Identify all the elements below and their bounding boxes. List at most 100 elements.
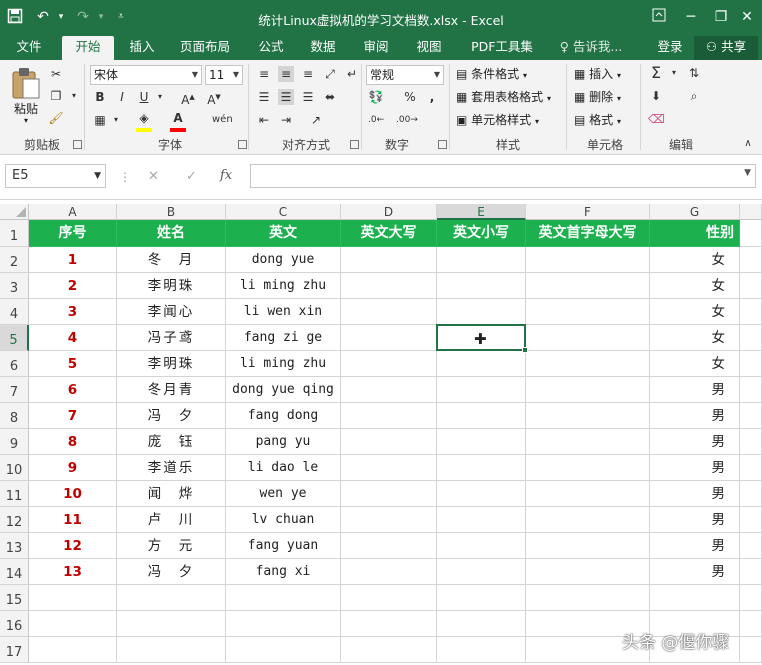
- header-cell[interactable]: 英文: [226, 220, 341, 247]
- number-cell[interactable]: 1: [29, 247, 117, 273]
- row-header-5[interactable]: 5: [0, 325, 29, 351]
- cell[interactable]: [226, 611, 341, 637]
- active-cell-border[interactable]: ✚: [436, 324, 528, 353]
- increase-font-icon[interactable]: A▲: [180, 89, 196, 107]
- uppercase-cell[interactable]: [341, 507, 437, 533]
- decrease-indent-icon[interactable]: ⇤: [256, 112, 272, 128]
- cell[interactable]: [740, 533, 762, 559]
- row-header-17[interactable]: 17: [0, 637, 29, 663]
- lowercase-cell[interactable]: [437, 559, 526, 585]
- underline-button[interactable]: U: [136, 89, 152, 105]
- cell-styles-button[interactable]: ▣ 单元格样式 ▾: [456, 111, 539, 131]
- name-box[interactable]: E5 ▼: [5, 164, 106, 188]
- header-cell[interactable]: 英文首字母大写: [526, 220, 650, 247]
- english-cell[interactable]: dong yue qing: [226, 377, 341, 403]
- cell[interactable]: [117, 637, 226, 663]
- paste-button[interactable]: 粘贴 ▾: [8, 64, 44, 125]
- font-launcher-icon[interactable]: [238, 140, 247, 149]
- header-cell[interactable]: 英文小写: [437, 220, 526, 247]
- capitalized-cell[interactable]: [526, 351, 650, 377]
- column-header-f[interactable]: F: [526, 204, 650, 220]
- comma-button[interactable]: ,: [424, 89, 440, 105]
- uppercase-cell[interactable]: [341, 559, 437, 585]
- align-center-icon[interactable]: ☰: [278, 89, 294, 105]
- column-header-g[interactable]: G: [650, 204, 740, 220]
- rotate-text-icon[interactable]: ↗: [308, 112, 324, 128]
- english-cell[interactable]: pang yu: [226, 429, 341, 455]
- capitalized-cell[interactable]: [526, 429, 650, 455]
- name-cell[interactable]: 李道乐: [117, 455, 226, 481]
- header-cell[interactable]: 姓名: [117, 220, 226, 247]
- english-cell[interactable]: fang zi ge: [226, 325, 341, 351]
- gender-cell[interactable]: 男: [650, 507, 740, 533]
- row-header-16[interactable]: 16: [0, 611, 29, 637]
- name-cell[interactable]: 闻 烨: [117, 481, 226, 507]
- capitalized-cell[interactable]: [526, 533, 650, 559]
- number-cell[interactable]: 9: [29, 455, 117, 481]
- lowercase-cell[interactable]: [437, 377, 526, 403]
- number-cell[interactable]: 7: [29, 403, 117, 429]
- name-cell[interactable]: 李闻心: [117, 299, 226, 325]
- share-button[interactable]: ⚇ 共享: [694, 36, 758, 60]
- cut-icon[interactable]: ✂: [48, 66, 64, 82]
- tab-data[interactable]: 数据: [302, 36, 344, 60]
- decrease-decimal-icon[interactable]: .00→: [396, 112, 418, 128]
- name-cell[interactable]: 冯子鸢: [117, 325, 226, 351]
- cell[interactable]: [740, 585, 762, 611]
- cell[interactable]: [341, 611, 437, 637]
- english-cell[interactable]: dong yue: [226, 247, 341, 273]
- cell[interactable]: [437, 611, 526, 637]
- more-options-icon[interactable]: ⋮: [119, 170, 131, 184]
- cell[interactable]: [740, 507, 762, 533]
- number-cell[interactable]: 3: [29, 299, 117, 325]
- column-header-b[interactable]: B: [117, 204, 226, 220]
- name-cell[interactable]: 庞 钰: [117, 429, 226, 455]
- lowercase-cell[interactable]: [437, 533, 526, 559]
- cell[interactable]: [740, 559, 762, 585]
- capitalized-cell[interactable]: [526, 325, 650, 351]
- lowercase-cell[interactable]: [437, 429, 526, 455]
- row-header-8[interactable]: 8: [0, 403, 29, 429]
- cell[interactable]: [740, 351, 762, 377]
- align-middle-icon[interactable]: ≡: [278, 66, 294, 82]
- gender-cell[interactable]: 男: [650, 481, 740, 507]
- row-header-4[interactable]: 4: [0, 299, 29, 325]
- paste-dropdown-icon[interactable]: ▾: [8, 116, 44, 125]
- english-cell[interactable]: li wen xin: [226, 299, 341, 325]
- row-header-2[interactable]: 2: [0, 247, 29, 273]
- row-header-13[interactable]: 13: [0, 533, 29, 559]
- cell[interactable]: [740, 637, 762, 663]
- name-cell[interactable]: 冬月青: [117, 377, 226, 403]
- find-select-icon[interactable]: ⌕: [686, 88, 702, 104]
- cell[interactable]: [740, 429, 762, 455]
- number-cell[interactable]: 11: [29, 507, 117, 533]
- english-cell[interactable]: fang xi: [226, 559, 341, 585]
- cancel-button[interactable]: ✕: [148, 169, 159, 184]
- maximize-icon[interactable]: ❐: [712, 8, 730, 26]
- font-color-icon[interactable]: A: [170, 110, 186, 126]
- capitalized-cell[interactable]: [526, 403, 650, 429]
- uppercase-cell[interactable]: [341, 247, 437, 273]
- select-all-corner[interactable]: [0, 204, 29, 220]
- number-cell[interactable]: 10: [29, 481, 117, 507]
- gender-cell[interactable]: 男: [650, 429, 740, 455]
- uppercase-cell[interactable]: [341, 429, 437, 455]
- name-cell[interactable]: 冯 夕: [117, 559, 226, 585]
- tab-home[interactable]: 开始: [62, 36, 114, 60]
- column-header-d[interactable]: D: [341, 204, 437, 220]
- cell[interactable]: [740, 377, 762, 403]
- alignment-launcher-icon[interactable]: [350, 140, 359, 149]
- tab-page-layout[interactable]: 页面布局: [172, 36, 238, 60]
- clipboard-launcher-icon[interactable]: [73, 140, 82, 149]
- number-launcher-icon[interactable]: [438, 140, 447, 149]
- accounting-icon[interactable]: 💱: [368, 89, 384, 105]
- tab-formulas[interactable]: 公式: [250, 36, 292, 60]
- underline-dropdown-icon[interactable]: ▾: [152, 89, 168, 105]
- cell[interactable]: [740, 611, 762, 637]
- lowercase-cell[interactable]: [437, 403, 526, 429]
- tab-file[interactable]: 文件: [4, 36, 54, 60]
- worksheet-grid[interactable]: A B C D E F G 1 序号 姓名 英文 英文大写 英文小写 英文首字母大写 性别 2 1 冬 月 dong…: [0, 200, 762, 665]
- number-cell[interactable]: 8: [29, 429, 117, 455]
- tab-view[interactable]: 视图: [408, 36, 450, 60]
- gender-cell[interactable]: 女: [650, 299, 740, 325]
